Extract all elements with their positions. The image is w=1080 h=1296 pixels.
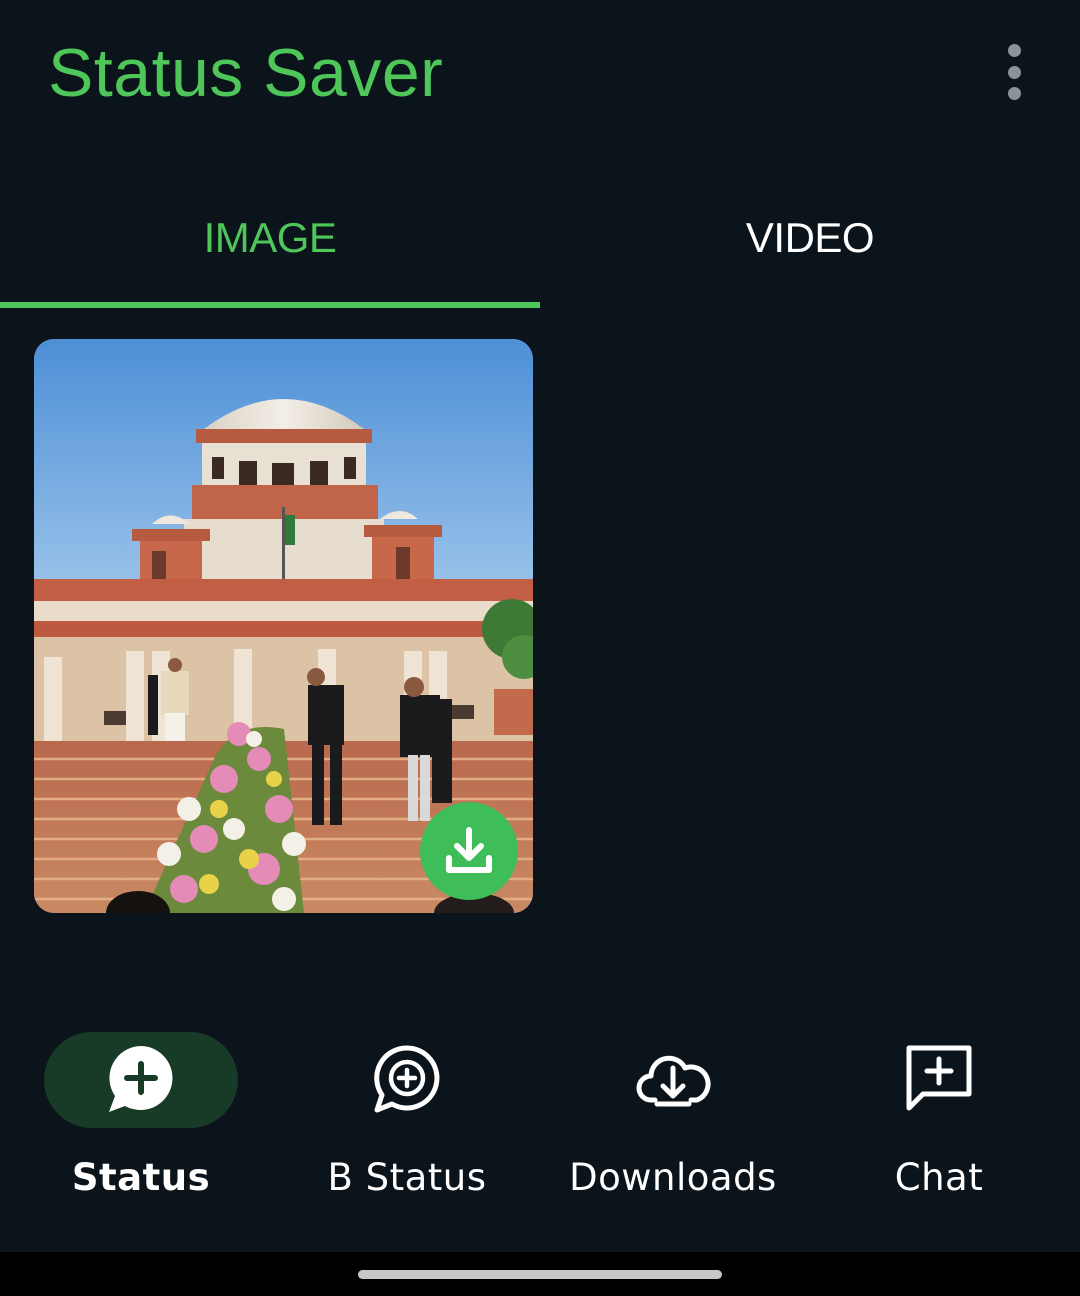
- nav-item-downloads[interactable]: Downloads: [543, 1030, 803, 1230]
- tab-indicator: [0, 302, 540, 308]
- tab-video[interactable]: VIDEO: [540, 214, 1080, 262]
- nav-item-chat[interactable]: Chat: [809, 1030, 1069, 1230]
- nav-label-status: Status: [71, 1156, 211, 1199]
- home-indicator[interactable]: [358, 1270, 722, 1279]
- nav-item-status[interactable]: Status: [11, 1030, 271, 1230]
- status-add-icon: [109, 1046, 173, 1112]
- tab-image[interactable]: IMAGE: [0, 214, 540, 262]
- bottom-navigation: Status B Status Downloads Chat: [0, 1030, 1080, 1250]
- download-icon: [446, 827, 492, 873]
- nav-label-chat: Chat: [894, 1156, 984, 1199]
- more-vert-icon: [1007, 44, 1021, 57]
- business-status-add-icon: [374, 1045, 440, 1113]
- nav-item-b-status[interactable]: B Status: [277, 1030, 537, 1230]
- cloud-download-icon: [636, 1055, 711, 1107]
- more-options-button[interactable]: [994, 42, 1034, 102]
- nav-label-downloads: Downloads: [569, 1156, 777, 1199]
- nav-label-b-status: B Status: [327, 1156, 487, 1199]
- chat-add-icon: [906, 1045, 972, 1111]
- app-title: Status Saver: [48, 35, 444, 111]
- download-button[interactable]: [420, 802, 518, 900]
